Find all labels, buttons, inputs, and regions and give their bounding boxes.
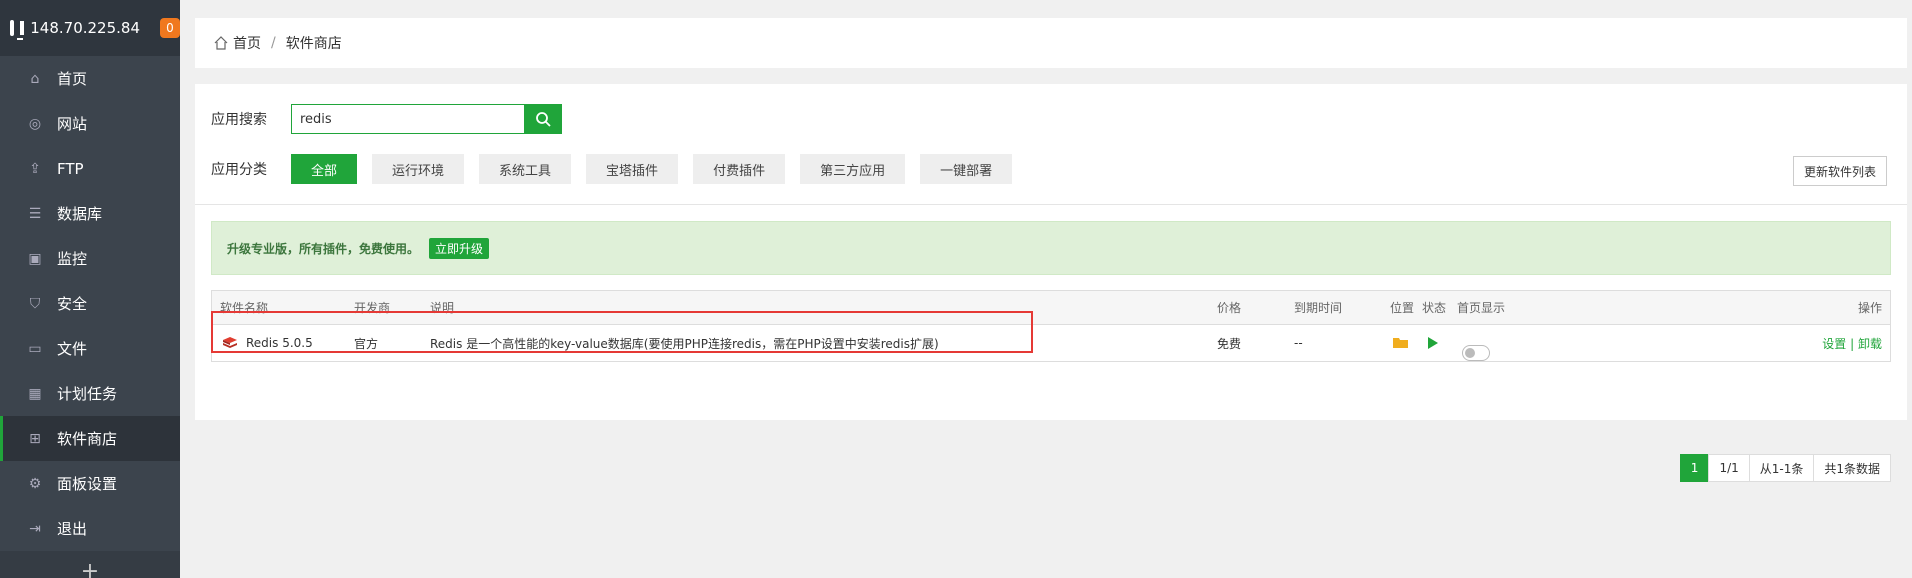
sidebar-item-label: FTP — [57, 159, 84, 178]
refresh-list-button[interactable]: 更新软件列表 — [1792, 156, 1887, 186]
calendar-icon: ▦ — [28, 385, 42, 402]
sidebar-item-label: 面板设置 — [57, 475, 118, 493]
header-desc: 说明 — [430, 301, 455, 315]
monitor-icon: ▣ — [28, 250, 42, 267]
divider — [195, 204, 1907, 205]
search-button[interactable] — [524, 104, 562, 134]
upgrade-notice: 升级专业版，所有插件，免费使用。 立即升级 — [211, 221, 1891, 275]
shield-icon: ⛉ — [29, 295, 41, 312]
software-name-cell: Redis 5.0.5 — [222, 335, 313, 351]
breadcrumb: 首页 / 软件商店 — [195, 18, 1907, 68]
header-price: 价格 — [1217, 301, 1242, 315]
breadcrumb-separator: / — [271, 35, 276, 51]
header-homepage: 首页显示 — [1457, 301, 1506, 315]
logout-icon: ⇥ — [29, 520, 41, 537]
sidebar-item-0[interactable]: ⌂ 首页 — [0, 56, 180, 101]
price-cell: 免费 — [1217, 336, 1242, 351]
header-developer: 开发商 — [354, 301, 391, 315]
sidebar-item-label: 数据库 — [57, 205, 103, 223]
sidebar-item-10[interactable]: ⇥ 退出 — [0, 506, 180, 551]
sidebar-item-9[interactable]: ⚙ 面板设置 — [0, 461, 180, 506]
search-icon — [536, 112, 551, 127]
page-count: 1/1 — [1708, 454, 1750, 482]
home-icon — [213, 35, 229, 51]
sidebar-item-6[interactable]: ▭ 文件 — [0, 326, 180, 371]
apps-icon: ⊞ — [29, 430, 41, 447]
sidebar-item-label: 网站 — [57, 115, 88, 133]
notification-badge[interactable]: 0 — [160, 18, 180, 38]
expire-cell: -- — [1294, 336, 1303, 350]
actions-cell: 设置 | 卸载 — [1822, 335, 1882, 352]
sidebar-item-8[interactable]: ⊞ 软件商店 — [0, 416, 180, 461]
store-panel: 应用搜索 应用分类 全部运行环境系统工具宝塔插件付费插件第三方应用一键部署 更新… — [195, 84, 1907, 482]
ftp-icon: ⇪ — [29, 160, 41, 177]
server-ip: 148.70.225.84 — [30, 19, 140, 37]
header-actions: 操作 — [1857, 301, 1882, 315]
add-button[interactable]: + — [0, 551, 180, 578]
sidebar-item-label: 首页 — [57, 70, 88, 88]
sidebar-item-label: 计划任务 — [57, 385, 118, 403]
page-total: 共1条数据 — [1813, 454, 1891, 482]
software-name: Redis 5.0.5 — [246, 336, 313, 350]
category-tab-6[interactable]: 一键部署 — [920, 154, 1013, 184]
sidebar-item-5[interactable]: ⛉ 安全 — [0, 281, 180, 326]
category-tab-5[interactable]: 第三方应用 — [800, 154, 906, 184]
category-tab-3[interactable]: 宝塔插件 — [586, 154, 679, 184]
breadcrumb-current: 软件商店 — [285, 36, 342, 52]
folder-icon[interactable] — [1393, 337, 1409, 352]
sidebar-item-label: 监控 — [57, 250, 88, 268]
settings-link[interactable]: 设置 — [1822, 337, 1846, 351]
upgrade-button[interactable]: 立即升级 — [429, 237, 490, 259]
breadcrumb-home[interactable]: 首页 — [233, 33, 261, 53]
sidebar-item-label: 退出 — [57, 520, 88, 538]
folder-icon: ▭ — [28, 340, 42, 357]
page-range: 从1-1条 — [1748, 454, 1815, 482]
redis-icon — [223, 337, 237, 348]
header-status: 状态 — [1422, 301, 1447, 315]
sidebar-item-label: 软件商店 — [57, 430, 118, 448]
sidebar-item-3[interactable]: ☰ 数据库 — [0, 191, 180, 236]
page-current[interactable]: 1 — [1679, 454, 1710, 482]
search-input[interactable] — [291, 104, 524, 134]
category-tab-1[interactable]: 运行环境 — [372, 154, 465, 184]
gear-icon: ⚙ — [28, 475, 42, 492]
uninstall-link[interactable]: 卸载 — [1858, 337, 1882, 351]
sidebar-item-label: 安全 — [57, 295, 88, 313]
homepage-toggle[interactable] — [1462, 345, 1490, 361]
sidebar-item-2[interactable]: ⇪ FTP — [0, 146, 180, 191]
sidebar: 148.70.225.84 0 ⌂ 首页 ◎ 网站 ⇪ FTP ☰ 数据库 ▣ 监控 ⛉ 安全 ▭ 文件 ▦… — [0, 0, 180, 578]
search-label: 应用搜索 — [211, 112, 267, 128]
server-icon — [20, 21, 25, 35]
category-tab-2[interactable]: 系统工具 — [479, 154, 572, 184]
action-separator: | — [1850, 336, 1855, 351]
category-tab-0[interactable]: 全部 — [291, 154, 358, 184]
play-icon[interactable] — [1427, 336, 1439, 353]
category-tab-4[interactable]: 付费插件 — [693, 154, 786, 184]
globe-icon: ◎ — [28, 115, 42, 132]
pagination: 1 1/1 从1-1条 共1条数据 — [1679, 454, 1891, 482]
table-header: 软件名称 开发商 说明 价格 到期时间 位置 状态 首页显示 操作 — [212, 291, 1890, 325]
header-name: 软件名称 — [220, 301, 269, 315]
notice-text: 升级专业版，所有插件，免费使用。 — [227, 241, 420, 256]
software-table: 软件名称 开发商 说明 价格 到期时间 位置 状态 首页显示 操作 Redis … — [211, 290, 1891, 362]
description-cell: Redis 是一个高性能的key-value数据库(要使用PHP连接redis，… — [430, 336, 939, 351]
category-label: 应用分类 — [211, 162, 267, 178]
server-header[interactable]: 148.70.225.84 0 — [0, 0, 180, 56]
home-icon: ⌂ — [30, 70, 40, 87]
monitor-icon — [10, 20, 24, 40]
header-expire: 到期时间 — [1294, 301, 1343, 315]
sidebar-item-4[interactable]: ▣ 监控 — [0, 236, 180, 281]
sidebar-item-7[interactable]: ▦ 计划任务 — [0, 371, 180, 416]
developer-cell: 官方 — [354, 336, 379, 351]
table-row: Redis 5.0.5 官方 Redis 是一个高性能的key-value数据库… — [212, 325, 1890, 361]
sidebar-item-label: 文件 — [57, 340, 88, 358]
database-icon: ☰ — [28, 205, 42, 222]
header-location: 位置 — [1390, 301, 1415, 315]
sidebar-item-1[interactable]: ◎ 网站 — [0, 101, 180, 146]
